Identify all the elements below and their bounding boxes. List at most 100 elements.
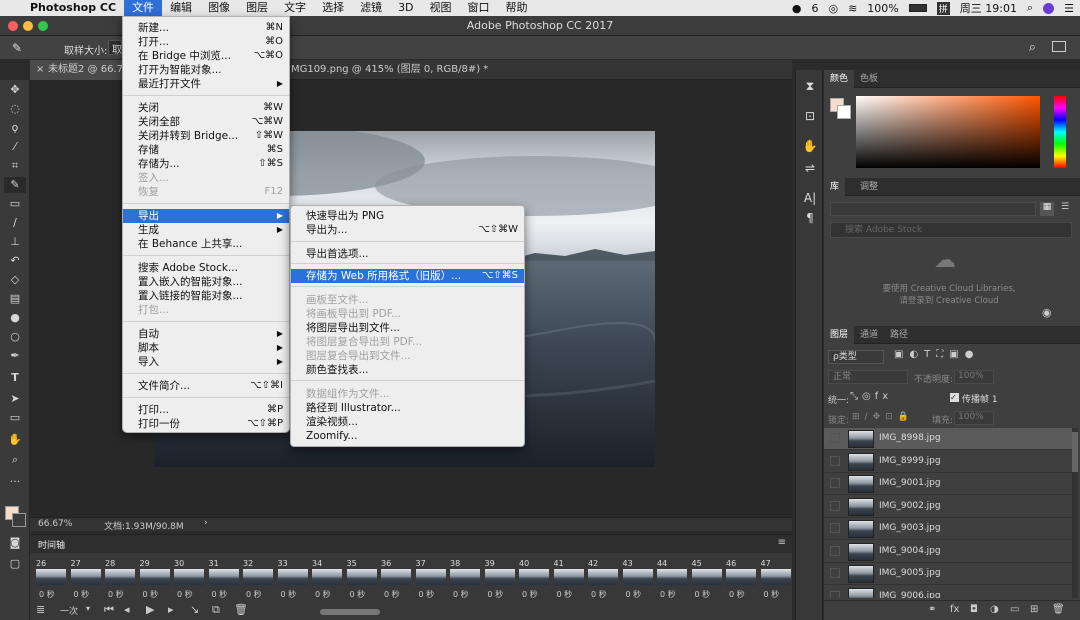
layer-row[interactable]: IMG_9005.jpg <box>824 563 1072 585</box>
apple-icon[interactable] <box>0 0 22 16</box>
lasso-tool-icon[interactable]: ϙ <box>4 120 26 136</box>
battery-icon[interactable] <box>908 4 927 12</box>
blur-tool-icon[interactable]: ● <box>4 310 26 326</box>
frame-duration[interactable]: 0 秒 <box>764 589 780 600</box>
cloud-sync-icon[interactable]: ◉ <box>1042 306 1052 319</box>
menu-select[interactable]: 选择 <box>314 0 352 16</box>
prev-frame-icon[interactable]: ◂ <box>124 603 130 616</box>
file-menu-item[interactable]: 置入嵌入的智能对象... <box>123 275 289 289</box>
frame-duration[interactable]: 0 秒 <box>350 589 366 600</box>
type-tool-icon[interactable]: T <box>4 370 26 386</box>
search-icon[interactable]: ⌕ <box>1029 40 1036 55</box>
menu-app-name[interactable]: Photoshop CC <box>22 0 124 16</box>
rectangle-tool-icon[interactable]: ▭ <box>4 410 26 426</box>
clone-stamp-tool-icon[interactable]: ⊥ <box>4 234 26 250</box>
loop-select[interactable]: 一次 <box>60 604 78 617</box>
timeline-frame[interactable]: 33 0 秒 <box>276 559 310 599</box>
adjust-icon[interactable]: ⇌ <box>802 160 818 176</box>
zoom-tool-icon[interactable]: ⌕ <box>4 452 26 468</box>
tab-document-2[interactable]: IMG109.png @ 415% (图层 0, RGB/8#) * <box>270 60 510 80</box>
link-layers-icon[interactable]: ⚭ <box>928 604 936 615</box>
stock-search-input[interactable]: 搜索 Adobe Stock <box>830 222 1072 238</box>
export-menu-item[interactable]: 颜色查找表... <box>291 363 524 377</box>
wifi-icon[interactable]: ≋ <box>848 2 857 15</box>
file-menu-item[interactable]: 打开为智能对象... <box>123 63 289 77</box>
visibility-toggle[interactable] <box>830 590 840 598</box>
file-menu-item[interactable]: 存储为... ⇧⌘S <box>123 157 289 171</box>
input-method[interactable]: 拼 <box>936 1 950 15</box>
export-menu-item[interactable]: 存储为 Web 所用格式（旧版）... ⌥⇧⌘S <box>291 269 524 283</box>
unify-icons[interactable]: ⤡◎fx <box>850 391 892 402</box>
layer-row[interactable]: IMG_9006.jpg <box>824 586 1072 598</box>
frame-duration[interactable]: 0 秒 <box>660 589 676 600</box>
tab-libraries[interactable]: 库 <box>824 178 846 196</box>
status-menu-arrow-icon[interactable]: › <box>204 518 208 528</box>
file-menu-item[interactable]: 关闭并转到 Bridge... ⇧⌘W <box>123 129 289 143</box>
airplay-icon[interactable]: ◎ <box>828 2 838 15</box>
list-view-icon[interactable]: ☰ <box>1058 202 1072 216</box>
file-menu-item[interactable]: 打开... ⌘O <box>123 35 289 49</box>
layer-row[interactable]: IMG_9003.jpg <box>824 518 1072 540</box>
layer-row[interactable]: IMG_9001.jpg <box>824 473 1072 495</box>
crop-tool-icon[interactable]: ⌗ <box>4 158 26 174</box>
frame-duration[interactable]: 0 秒 <box>177 589 193 600</box>
visibility-toggle[interactable] <box>830 455 840 466</box>
timeline-frame[interactable]: 47 0 秒 <box>759 559 793 599</box>
screen-mode-icon[interactable]: ▢ <box>4 556 26 572</box>
loop-dropdown-icon[interactable]: ▾ <box>86 604 90 613</box>
visibility-toggle[interactable] <box>830 500 840 511</box>
timeline-frame[interactable]: 37 0 秒 <box>414 559 448 599</box>
frame-duration[interactable]: 0 秒 <box>419 589 435 600</box>
frame-duration[interactable]: 0 秒 <box>108 589 124 600</box>
fill-input[interactable]: 100% <box>954 411 994 425</box>
frame-duration[interactable]: 0 秒 <box>522 589 538 600</box>
frame-duration[interactable]: 0 秒 <box>557 589 573 600</box>
export-menu-item[interactable]: 将图层导出到文件... <box>291 321 524 335</box>
next-frame-icon[interactable]: ▸ <box>168 603 174 616</box>
file-menu-item[interactable]: 生成 ▶ <box>123 223 289 237</box>
path-select-tool-icon[interactable]: ➤ <box>4 391 26 407</box>
layer-row[interactable]: IMG_8998.jpg <box>824 428 1072 450</box>
new-group-icon[interactable]: ▭ <box>1010 604 1019 615</box>
file-menu-item[interactable]: 关闭 ⌘W <box>123 101 289 115</box>
timeline-frame[interactable]: 34 0 秒 <box>310 559 344 599</box>
gradient-tool-icon[interactable]: ▤ <box>4 291 26 307</box>
frame-duration[interactable]: 0 秒 <box>384 589 400 600</box>
menu-3d[interactable]: 3D <box>390 0 421 16</box>
file-menu-item[interactable]: 导出 ▶ <box>123 209 289 223</box>
frame-duration[interactable]: 0 秒 <box>315 589 331 600</box>
menu-help[interactable]: 帮助 <box>498 0 536 16</box>
file-menu-item[interactable]: 打印一份 ⌥⇧⌘P <box>123 417 289 431</box>
file-menu-item[interactable]: 置入链接的智能对象... <box>123 289 289 303</box>
search-icon[interactable]: ⌕ <box>1027 1 1033 15</box>
panel-menu-icon[interactable]: ≡ <box>778 537 786 548</box>
timeline-frame[interactable]: 45 0 秒 <box>690 559 724 599</box>
delete-frame-icon[interactable]: 🗑 <box>234 603 248 616</box>
visibility-toggle[interactable] <box>830 478 840 488</box>
character-icon[interactable]: A| <box>802 190 818 206</box>
quick-select-tool-icon[interactable]: ⁄ <box>4 139 26 155</box>
tab-channels[interactable]: 通道 <box>854 326 884 344</box>
export-menu-item[interactable]: Zoomify... <box>291 429 524 443</box>
lock-icons[interactable]: ⊞∕✥⊡🔒 <box>852 412 914 422</box>
dodge-tool-icon[interactable]: ○ <box>4 329 26 345</box>
propagate-checkbox[interactable]: ✓ <box>950 393 959 402</box>
frame-duration[interactable]: 0 秒 <box>281 589 297 600</box>
workspace-icon[interactable] <box>1052 41 1066 52</box>
layer-row[interactable]: IMG_8999.jpg <box>824 451 1072 473</box>
frame-duration[interactable]: 0 秒 <box>143 589 159 600</box>
eyedropper-preset-icon[interactable]: ✎ <box>12 41 22 55</box>
frame-duration[interactable]: 0 秒 <box>695 589 711 600</box>
layer-filter-select[interactable]: ρ类型 <box>828 350 884 364</box>
opacity-input[interactable]: 100% <box>954 370 994 384</box>
properties-icon[interactable]: ⊡ <box>802 108 818 124</box>
history-icon[interactable]: ⧗ <box>802 78 818 94</box>
sample-size-select[interactable]: 取 <box>108 40 122 56</box>
timeline-frame[interactable]: 43 0 秒 <box>621 559 655 599</box>
export-menu-item[interactable]: 渲染视频... <box>291 415 524 429</box>
brush-tool-icon[interactable]: ∕ <box>4 215 26 231</box>
export-menu-item[interactable]: 导出为... ⌥⇧⌘W <box>291 223 524 237</box>
cc-message-line2[interactable]: 请登录到 Creative Cloud <box>824 294 1074 306</box>
timeline-frame[interactable]: 35 0 秒 <box>345 559 379 599</box>
menu-layer[interactable]: 图层 <box>238 0 276 16</box>
